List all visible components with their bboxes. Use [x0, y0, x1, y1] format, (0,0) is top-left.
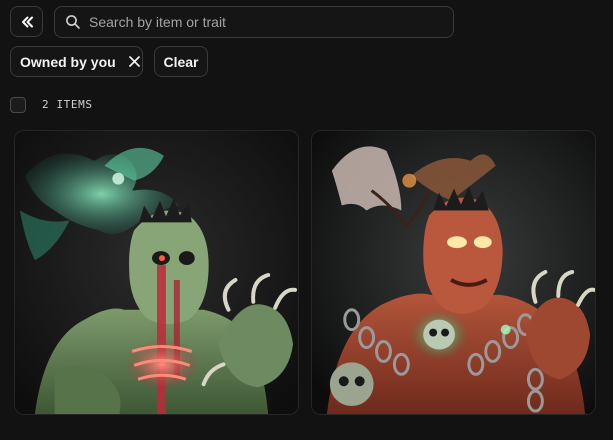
clear-filters-button[interactable]: Clear [154, 46, 208, 77]
item-artwork-green-undead [15, 131, 298, 414]
chevrons-left-icon [21, 16, 33, 27]
search-box[interactable] [54, 6, 454, 38]
item-card[interactable] [14, 130, 299, 415]
item-artwork-red-demon [312, 131, 595, 414]
item-card[interactable] [311, 130, 596, 415]
close-icon[interactable] [128, 56, 140, 67]
collection-panel: Owned by you Clear 2 ITEMS [0, 0, 613, 440]
select-all-checkbox[interactable] [10, 97, 26, 113]
item-count: 2 ITEMS [42, 98, 93, 111]
collapse-sidebar-button[interactable] [10, 6, 43, 37]
clear-filters-label: Clear [163, 53, 199, 70]
search-input[interactable] [89, 14, 453, 30]
filter-chip-label: Owned by you [20, 53, 116, 70]
filter-chip-owned[interactable]: Owned by you [10, 46, 143, 77]
search-icon [66, 15, 80, 29]
